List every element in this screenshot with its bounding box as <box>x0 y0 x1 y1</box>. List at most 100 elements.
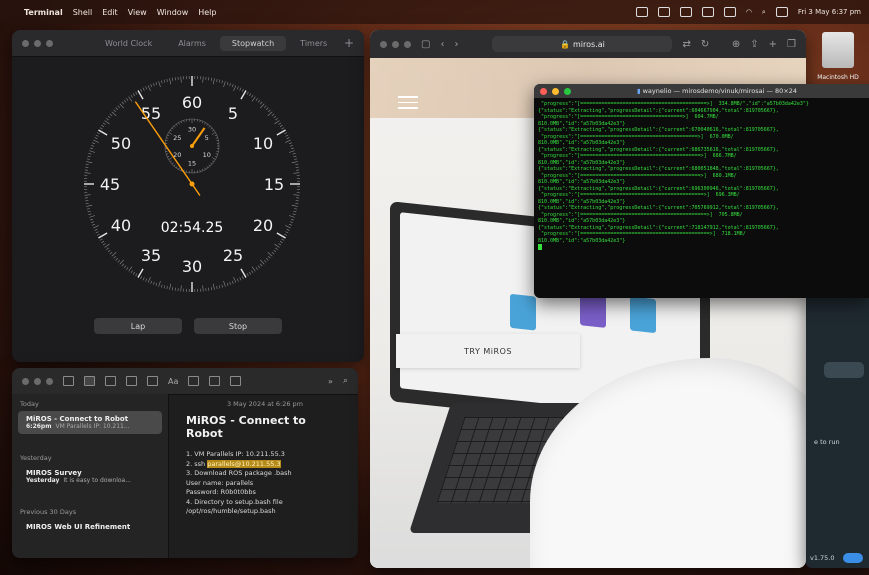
address-bar[interactable]: 🔒 miros.ai <box>492 36 673 52</box>
dial-tick <box>166 286 168 290</box>
media-icon[interactable] <box>230 376 242 386</box>
dial-tick <box>94 228 98 231</box>
tab-alarms[interactable]: Alarms <box>166 36 218 51</box>
dial-tick <box>119 103 124 109</box>
tab-world-clock[interactable]: World Clock <box>93 36 164 51</box>
sub-dial-tick <box>212 160 214 163</box>
note-editor[interactable]: 3 May 2024 at 6:26 pm MiROS - Connect to… <box>172 394 358 558</box>
dial-tick <box>128 96 133 102</box>
dial-tick <box>223 81 226 88</box>
section-previous: Previous 30 Days <box>20 508 77 516</box>
dial-tick <box>251 96 256 102</box>
window-controls[interactable] <box>22 377 53 385</box>
browser-toolbar: ▢ ‹ › 🔒 miros.ai ⇄ ↻ ⊕ ⇪ + ❐ <box>370 30 806 58</box>
sub-dial-tick <box>178 167 180 170</box>
dial-tick <box>86 204 93 207</box>
dial-tick <box>150 84 153 88</box>
dial-tick <box>241 276 244 280</box>
sidebar-icon[interactable]: ▢ <box>421 39 430 50</box>
list-item[interactable]: MiROS - Connect to Robot 6:26pm VM Parall… <box>18 411 162 434</box>
note-line: Password: R0b0t0bbs <box>186 488 256 496</box>
checklist-icon[interactable] <box>188 376 200 386</box>
dial-tick <box>137 90 144 100</box>
control-center-icon[interactable] <box>775 7 788 17</box>
status-badge[interactable] <box>843 553 863 563</box>
dial-tick <box>101 124 105 128</box>
dial-tick <box>260 103 265 109</box>
menu-app-name[interactable]: Terminal <box>24 8 63 17</box>
tabs-overview-icon[interactable]: ❐ <box>787 39 796 50</box>
gallery-view-icon[interactable] <box>105 376 116 386</box>
window-controls[interactable] <box>540 87 571 95</box>
list-item[interactable]: MIROS Web UI Refinement <box>18 519 162 535</box>
dial-tick <box>147 277 151 283</box>
dial-tick <box>102 122 106 125</box>
dial-tick <box>210 77 212 81</box>
disk-icon[interactable] <box>818 32 858 72</box>
dial-tick <box>86 208 90 210</box>
table-icon[interactable] <box>209 376 221 386</box>
try-miros-button[interactable]: TRY MiROS <box>396 334 580 368</box>
list-item[interactable]: MIROS Survey Yesterday It is easy to down… <box>18 465 162 488</box>
recording-icon[interactable] <box>701 7 714 17</box>
more-icon[interactable]: » <box>328 377 333 386</box>
battery-icon[interactable] <box>723 7 736 17</box>
dial-tick <box>140 276 143 280</box>
dial-tick <box>221 284 223 288</box>
search-icon[interactable]: ⌕ <box>762 8 766 17</box>
share-icon[interactable]: ⇪ <box>750 39 758 50</box>
format-icon[interactable]: Aa <box>168 377 178 386</box>
forward-icon[interactable]: › <box>454 39 458 50</box>
window-controls[interactable] <box>22 39 53 47</box>
sub-dial-number: 10 <box>203 151 211 159</box>
stop-button[interactable]: Stop <box>194 318 282 334</box>
dial-tick <box>281 238 285 241</box>
dial-tick <box>142 277 145 281</box>
dial-tick <box>274 243 280 248</box>
menu-window[interactable]: Window <box>157 8 189 17</box>
dial-tick <box>231 280 234 284</box>
dial-tick <box>85 164 89 166</box>
dial-tick <box>233 277 237 283</box>
menu-view[interactable]: View <box>128 8 147 17</box>
location-icon[interactable] <box>635 7 648 17</box>
sub-dial-tick <box>180 121 183 124</box>
partial-window-button[interactable] <box>824 362 864 378</box>
dial-tick <box>147 85 151 91</box>
sub-dial-tick <box>211 132 216 135</box>
reload-icon[interactable]: ↻ <box>701 39 709 50</box>
status-icon[interactable] <box>657 7 670 17</box>
back-icon[interactable]: ‹ <box>440 39 444 50</box>
translate-icon[interactable]: ⇄ <box>682 39 690 50</box>
sidebar-toggle-icon[interactable] <box>63 376 74 386</box>
list-view-icon[interactable] <box>84 376 95 386</box>
notes-list: Today MiROS - Connect to Robot 6:26pm VM … <box>12 394 169 558</box>
tab-stopwatch[interactable]: Stopwatch <box>219 35 287 51</box>
sub-dial-tick <box>171 127 174 130</box>
terminal-output[interactable]: "progress":"[===========================… <box>534 98 869 256</box>
dial-tick <box>137 268 144 278</box>
dial-tick <box>130 270 133 274</box>
add-icon[interactable]: + <box>344 36 354 50</box>
dial-tick <box>239 87 242 91</box>
notes-search-icon[interactable]: ⌕ <box>343 376 348 386</box>
dial-tick <box>158 81 161 88</box>
download-icon[interactable]: ⊕ <box>732 39 740 50</box>
terminal-window[interactable]: ▮ waynelio — mirosdemo/vinuk/mirosai — 8… <box>534 84 869 298</box>
menu-help[interactable]: Help <box>198 8 216 17</box>
tab-timers[interactable]: Timers <box>288 36 339 51</box>
window-controls[interactable] <box>380 40 411 48</box>
menu-edit[interactable]: Edit <box>102 8 118 17</box>
dial-tick <box>117 105 120 109</box>
wifi-icon[interactable]: ◠ <box>746 8 752 16</box>
menubar-clock[interactable]: Fri 3 May 6:37 pm <box>798 8 861 16</box>
menu-shell[interactable]: Shell <box>73 8 93 17</box>
new-tab-icon[interactable]: + <box>769 39 777 50</box>
lock-icon: 🔒 <box>560 39 570 49</box>
dial-tick <box>293 155 297 158</box>
display-icon[interactable] <box>679 7 692 17</box>
compose-icon[interactable] <box>147 376 158 386</box>
delete-icon[interactable] <box>126 376 137 386</box>
lap-button[interactable]: Lap <box>94 318 182 334</box>
hamburger-menu-icon[interactable] <box>398 92 418 113</box>
